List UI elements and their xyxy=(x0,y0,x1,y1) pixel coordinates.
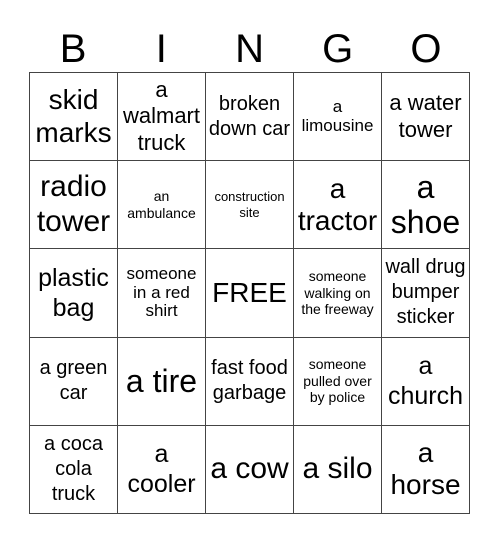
bingo-cell[interactable]: a walmart truck xyxy=(118,73,206,162)
bingo-cell[interactable]: radio tower xyxy=(30,161,118,250)
bingo-cell[interactable]: a church xyxy=(382,337,470,426)
bingo-cell[interactable]: a horse xyxy=(382,425,470,514)
bingo-cell[interactable]: a cooler xyxy=(118,425,206,514)
bingo-cell[interactable]: plastic bag xyxy=(30,249,118,338)
bingo-header: B I N G O xyxy=(29,26,470,72)
header-letter-i: I xyxy=(155,27,167,71)
bingo-cell[interactable]: fast food garbage xyxy=(206,337,294,426)
bingo-cell[interactable]: someone in a red shirt xyxy=(118,249,206,338)
header-letter-n: N xyxy=(235,27,264,71)
free-cell[interactable]: FREE xyxy=(206,249,294,338)
bingo-cell[interactable]: a green car xyxy=(30,337,118,426)
bingo-cell[interactable]: wall drug bumper sticker xyxy=(382,249,470,338)
bingo-cell[interactable]: skid marks xyxy=(30,73,118,162)
bingo-cell[interactable]: broken down car xyxy=(206,73,294,162)
bingo-cell[interactable]: a water tower xyxy=(382,73,470,162)
bingo-grid: skid marks a walmart truck broken down c… xyxy=(29,72,470,514)
bingo-cell[interactable]: a tractor xyxy=(294,161,382,250)
bingo-cell[interactable]: a shoe xyxy=(382,161,470,250)
bingo-cell[interactable]: a coca cola truck xyxy=(30,425,118,514)
header-letter-g: G xyxy=(322,27,354,71)
header-letter-b: B xyxy=(59,27,87,71)
bingo-cell[interactable]: construction site xyxy=(206,161,294,250)
bingo-cell[interactable]: someone pulled over by police xyxy=(294,337,382,426)
bingo-cell[interactable]: a cow xyxy=(206,425,294,514)
bingo-cell[interactable]: a tire xyxy=(118,337,206,426)
bingo-cell[interactable]: a limousine xyxy=(294,73,382,162)
bingo-cell[interactable]: someone walking on the freeway xyxy=(294,249,382,338)
header-letter-o: O xyxy=(410,27,442,71)
bingo-cell[interactable]: a silo xyxy=(294,425,382,514)
bingo-cell[interactable]: an ambulance xyxy=(118,161,206,250)
